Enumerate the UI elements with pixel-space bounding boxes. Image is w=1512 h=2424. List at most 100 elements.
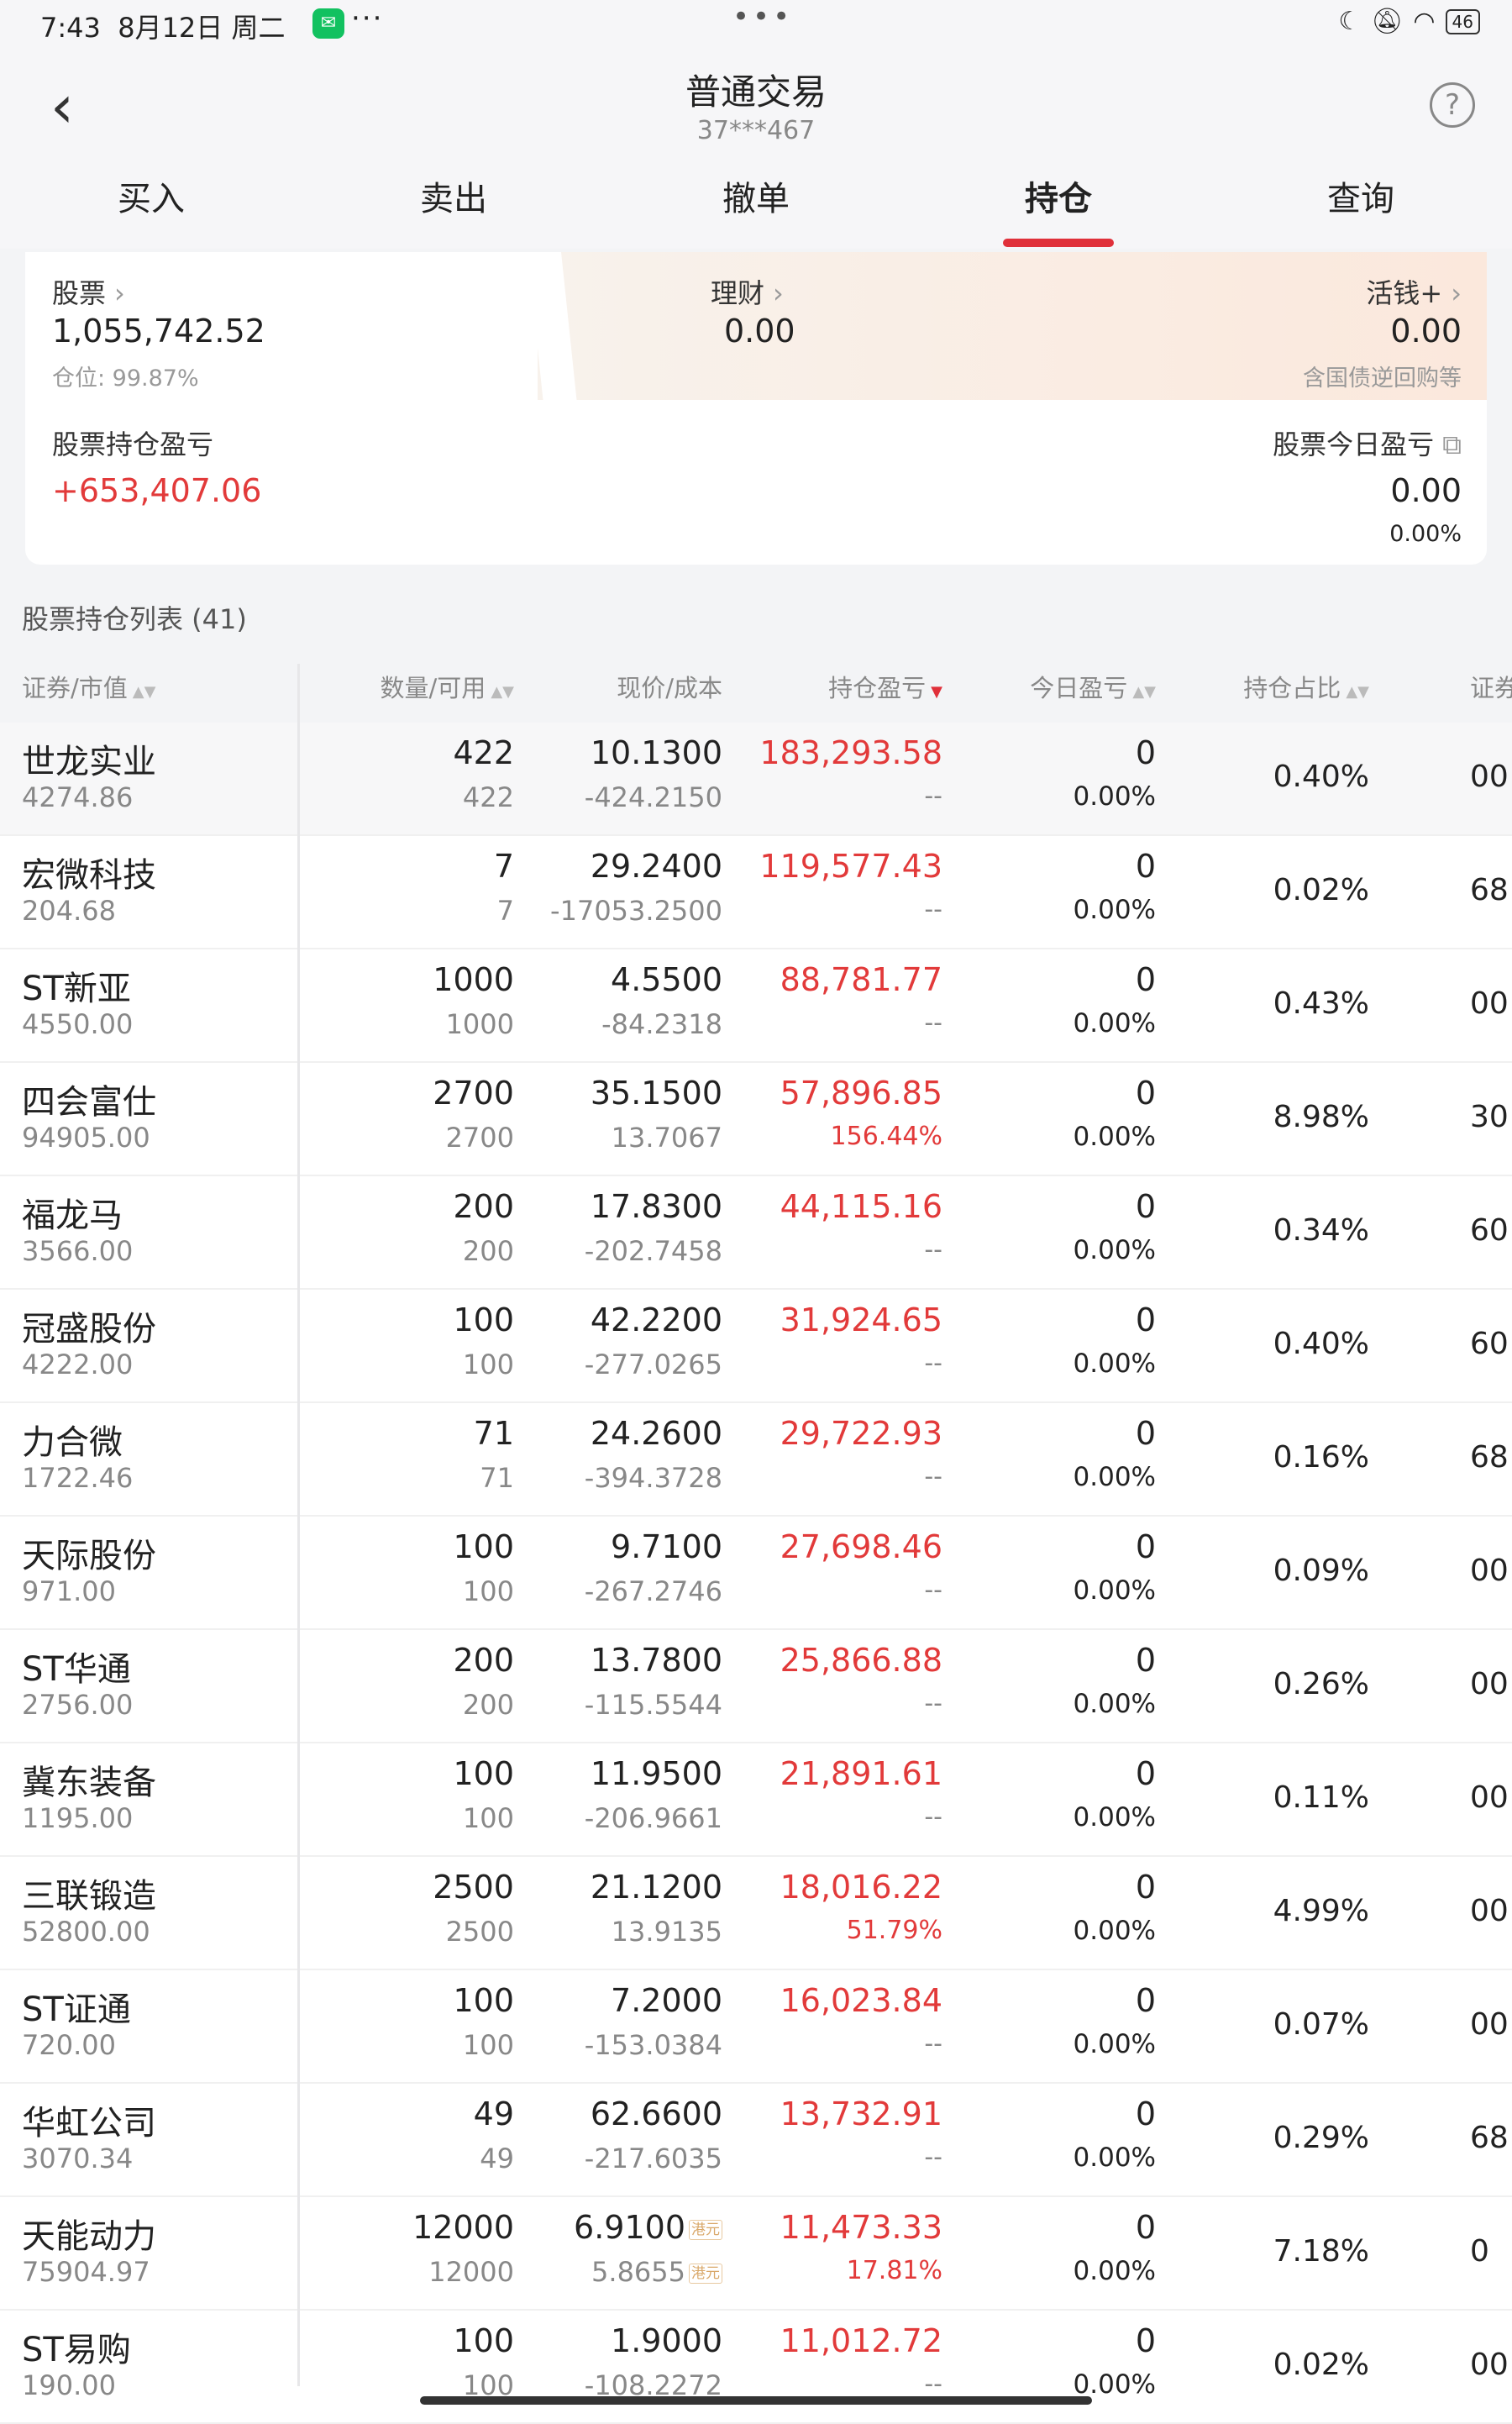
today-pnl-link[interactable]: 股票今日盈亏 ⧉	[1273, 423, 1462, 462]
sort-icon: ▲▼	[1346, 683, 1369, 701]
holding-pnl: 183,293.58	[759, 734, 942, 771]
tab-buy[interactable]: 买入	[0, 161, 302, 249]
stock-name: 福龙马	[22, 1196, 123, 1235]
table-row[interactable]: 福龙马 3566.00 200 200 17.8300 -202.7458 44,115.1…	[0, 1176, 1512, 1290]
table-row[interactable]: 宏微科技 204.68 7 7 29.2400 -17053.2500 119,577.43…	[0, 836, 1512, 949]
holding-ratio: 0.29%	[1273, 2121, 1369, 2155]
col-name-market-value[interactable]: 证券/市值 ▲▼	[22, 669, 155, 704]
table-row[interactable]: 力合微 1722.46 71 71 24.2600 -394.3728 29,722.93 -…	[0, 1403, 1512, 1517]
cash-plus-link[interactable]: 活钱+ ›	[1366, 272, 1462, 311]
sort-icon: ▲▼	[491, 683, 514, 701]
stock-code: 60	[1470, 1213, 1509, 1248]
mute-bell-icon: 🔕︎	[1371, 7, 1404, 36]
current-price: 42.2200	[590, 1301, 722, 1338]
cost-price: -17053.2500	[550, 895, 722, 927]
table-row[interactable]: 华虹公司 3070.34 49 49 62.6600 -217.6035 13,732.91…	[0, 2084, 1512, 2197]
market-value: 2756.00	[22, 1689, 134, 1721]
stock-code: 68	[1470, 873, 1509, 907]
stock-name: 宏微科技	[22, 856, 156, 895]
table-row[interactable]: 天际股份 971.00 100 100 9.7100 -267.2746 27,698.46…	[0, 1517, 1512, 1630]
today-pnl-pct: 0.00%	[1073, 895, 1156, 925]
column-divider	[297, 664, 300, 2386]
tab-query[interactable]: 查询	[1210, 161, 1512, 249]
holding-pnl: 88,781.77	[780, 961, 942, 998]
stock-name: 世龙实业	[22, 743, 156, 781]
table-row[interactable]: 天能动力 75904.97 12000 12000 6.9100 港元 5.8655 港元 11…	[0, 2197, 1512, 2311]
holding-pnl-pct: --	[924, 1349, 942, 1378]
quantity: 7	[493, 848, 514, 885]
table-row[interactable]: ST证通 720.00 100 100 7.2000 -153.0384 16,023.84…	[0, 1970, 1512, 2084]
table-row[interactable]: 冀东装备 1195.00 100 100 11.9500 -206.9661 21,891.…	[0, 1743, 1512, 1857]
col-holding-ratio[interactable]: 持仓占比 ▲▼	[1243, 669, 1369, 704]
available: 100	[462, 1802, 514, 1834]
stock-name: 冀东装备	[22, 1764, 156, 1802]
moon-icon: ☾	[1338, 7, 1362, 36]
col-code[interactable]: 证券	[1470, 669, 1512, 704]
sort-icon: ▲▼	[1132, 683, 1156, 701]
wealth-link[interactable]: 理财 ›	[711, 272, 784, 311]
account-summary-card: 股票 › 1,055,742.52 仓位: 99.87% 理财 › 0.00 活钱+…	[25, 252, 1487, 565]
cost-price: -277.0265	[584, 1349, 722, 1380]
wifi-icon: ◠	[1413, 7, 1436, 36]
today-pnl-pct: 0.00%	[1073, 1122, 1156, 1152]
today-pnl-pct: 0.00%	[1073, 1802, 1156, 1832]
cost-price: -267.2746	[584, 1575, 722, 1607]
current-price: 10.1300	[590, 734, 722, 771]
header: ‹ 普通交易 37***467 ?	[0, 52, 1512, 161]
today-pnl-pct: 0.00%	[1073, 1575, 1156, 1606]
holding-ratio: 0.07%	[1273, 2007, 1369, 2042]
holding-pnl-pct: --	[924, 1008, 942, 1038]
holding-ratio: 0.40%	[1273, 1327, 1369, 1361]
home-indicator[interactable]	[420, 2396, 1092, 2405]
holding-pnl-pct: 51.79%	[846, 1916, 942, 1945]
table-row[interactable]: ST华通 2756.00 200 200 13.7800 -115.5544 25,866.…	[0, 1630, 1512, 1743]
holding-pnl: 29,722.93	[780, 1415, 942, 1452]
stock-asset-link[interactable]: 股票 ›	[52, 272, 125, 311]
current-price: 4.5500	[611, 961, 722, 998]
wealth-value: 0.00	[724, 313, 795, 350]
available: 100	[462, 1575, 514, 1607]
table-row[interactable]: ST新亚 4550.00 1000 1000 4.5500 -84.2318 88,781.…	[0, 949, 1512, 1063]
table-row[interactable]: 世龙实业 4274.86 422 422 10.1300 -424.2150 183,293…	[0, 723, 1512, 836]
stock-code: 00	[1470, 1894, 1509, 1928]
today-pnl-pct: 0.00%	[1073, 1235, 1156, 1265]
tab-positions[interactable]: 持仓	[907, 161, 1210, 249]
holding-pnl: 25,866.88	[780, 1642, 942, 1679]
holding-ratio: 4.99%	[1273, 1894, 1369, 1928]
table-row[interactable]: ST易购 190.00 100 100 1.9000 -108.2272 11,012.72…	[0, 2311, 1512, 2424]
today-pnl: 0	[1135, 2209, 1156, 2246]
holding-pnl: 27,698.46	[780, 1528, 942, 1565]
table-row[interactable]: 三联锻造 52800.00 2500 2500 21.1200 13.9135 18,016…	[0, 1857, 1512, 1970]
table-row[interactable]: 四会富仕 94905.00 2700 2700 35.1500 13.7067 57,896…	[0, 1063, 1512, 1176]
col-today-pnl[interactable]: 今日盈亏 ▲▼	[1030, 669, 1156, 704]
table-row[interactable]: 冠盛股份 4222.00 100 100 42.2200 -277.0265 31,924.…	[0, 1290, 1512, 1403]
available: 49	[480, 2143, 514, 2174]
external-link-icon: ⧉	[1442, 429, 1462, 460]
multitask-dots[interactable]: •••	[732, 0, 793, 34]
sort-icon: ▲▼	[132, 683, 156, 701]
stock-name: ST证通	[22, 1990, 131, 2029]
col-holding-pnl[interactable]: 持仓盈亏 ▼	[828, 669, 942, 704]
stock-code: 00	[1470, 1554, 1509, 1588]
holding-pnl-pct: --	[924, 1235, 942, 1265]
stock-name: 天际股份	[22, 1537, 156, 1575]
tab-sell[interactable]: 卖出	[302, 161, 605, 249]
market-value: 3566.00	[22, 1235, 134, 1267]
market-value: 4274.86	[22, 781, 134, 813]
holding-pnl: 119,577.43	[759, 848, 942, 885]
today-pnl-pct: 0.00%	[1073, 1916, 1156, 1946]
stock-name: ST新亚	[22, 970, 131, 1008]
holding-pnl-pct: --	[924, 2369, 942, 2399]
col-qty-available[interactable]: 数量/可用 ▲▼	[381, 669, 514, 704]
tab-cancel[interactable]: 撤单	[605, 161, 907, 249]
current-price: 1.9000	[611, 2322, 722, 2359]
available: 100	[462, 2029, 514, 2061]
stock-name: ST易购	[22, 2331, 131, 2369]
question-circle-icon[interactable]: ?	[1430, 82, 1475, 128]
today-pnl-value: 0.00	[1390, 472, 1462, 509]
holding-pnl: 16,023.84	[780, 1982, 942, 2019]
stock-code: 00	[1470, 1780, 1509, 1815]
today-pnl-pct: 0.00%	[1389, 521, 1462, 547]
col-price-cost[interactable]: 现价/成本	[617, 669, 722, 704]
market-value: 204.68	[22, 895, 116, 927]
